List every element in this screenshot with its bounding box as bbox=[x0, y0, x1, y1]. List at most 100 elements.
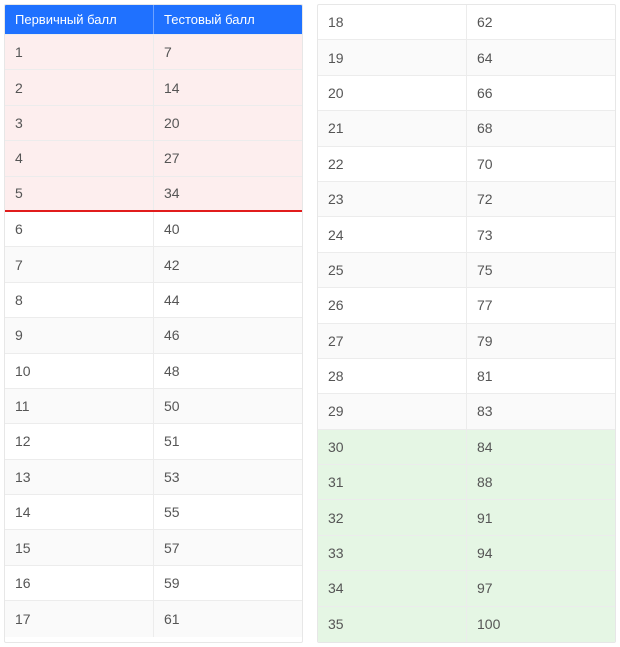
table-row: 427 bbox=[5, 141, 302, 176]
cell-test: 91 bbox=[467, 500, 615, 534]
cell-primary: 5 bbox=[5, 177, 154, 210]
cell-test: 7 bbox=[154, 35, 302, 69]
cell-test: 64 bbox=[467, 40, 615, 74]
table-row: 640 bbox=[5, 212, 302, 247]
cell-primary: 11 bbox=[5, 389, 154, 423]
cell-primary: 2 bbox=[5, 70, 154, 104]
cell-test: 14 bbox=[154, 70, 302, 104]
cell-primary: 15 bbox=[5, 530, 154, 564]
table-row: 1557 bbox=[5, 530, 302, 565]
cell-primary: 18 bbox=[318, 5, 467, 39]
table-row: 3394 bbox=[318, 536, 615, 571]
cell-primary: 16 bbox=[5, 566, 154, 600]
cell-test: 66 bbox=[467, 76, 615, 110]
table-row: 2779 bbox=[318, 324, 615, 359]
table-row: 1862 bbox=[318, 5, 615, 40]
cell-test: 34 bbox=[154, 177, 302, 210]
cell-test: 55 bbox=[154, 495, 302, 529]
cell-test: 61 bbox=[154, 601, 302, 636]
cell-test: 100 bbox=[467, 607, 615, 642]
cell-primary: 10 bbox=[5, 354, 154, 388]
cell-primary: 3 bbox=[5, 106, 154, 140]
table-row: 2372 bbox=[318, 182, 615, 217]
cell-primary: 7 bbox=[5, 247, 154, 281]
table-row: 214 bbox=[5, 70, 302, 105]
cell-test: 83 bbox=[467, 394, 615, 428]
cell-primary: 26 bbox=[318, 288, 467, 322]
table-row: 1251 bbox=[5, 424, 302, 459]
cell-primary: 31 bbox=[318, 465, 467, 499]
table-row: 946 bbox=[5, 318, 302, 353]
table-row: 2575 bbox=[318, 253, 615, 288]
header-test: Тестовый балл bbox=[154, 5, 302, 34]
table-row: 1761 bbox=[5, 601, 302, 636]
cell-test: 62 bbox=[467, 5, 615, 39]
cell-primary: 22 bbox=[318, 147, 467, 181]
table-row: 1659 bbox=[5, 566, 302, 601]
cell-primary: 9 bbox=[5, 318, 154, 352]
cell-primary: 28 bbox=[318, 359, 467, 393]
cell-test: 44 bbox=[154, 283, 302, 317]
table-row: 1455 bbox=[5, 495, 302, 530]
cell-test: 48 bbox=[154, 354, 302, 388]
cell-primary: 13 bbox=[5, 460, 154, 494]
table-header: Первичный балл Тестовый балл bbox=[5, 5, 302, 35]
cell-primary: 23 bbox=[318, 182, 467, 216]
cell-primary: 20 bbox=[318, 76, 467, 110]
cell-primary: 27 bbox=[318, 324, 467, 358]
cell-primary: 34 bbox=[318, 571, 467, 605]
table-row: 2270 bbox=[318, 147, 615, 182]
cell-test: 79 bbox=[467, 324, 615, 358]
table-row: 3497 bbox=[318, 571, 615, 606]
cell-test: 53 bbox=[154, 460, 302, 494]
cell-test: 81 bbox=[467, 359, 615, 393]
table-row: 3084 bbox=[318, 430, 615, 465]
header-primary: Первичный балл bbox=[5, 5, 154, 34]
cell-primary: 14 bbox=[5, 495, 154, 529]
table-row: 3291 bbox=[318, 500, 615, 535]
score-column-right: 1862196420662168227023722473257526772779… bbox=[317, 4, 616, 643]
cell-primary: 4 bbox=[5, 141, 154, 175]
cell-primary: 25 bbox=[318, 253, 467, 287]
score-column-left: Первичный балл Тестовый балл 17214320427… bbox=[4, 4, 303, 643]
cell-test: 51 bbox=[154, 424, 302, 458]
cell-primary: 1 bbox=[5, 35, 154, 69]
table-row: 2168 bbox=[318, 111, 615, 146]
cell-test: 27 bbox=[154, 141, 302, 175]
cell-primary: 8 bbox=[5, 283, 154, 317]
table-row: 844 bbox=[5, 283, 302, 318]
table-row: 742 bbox=[5, 247, 302, 282]
table-row: 534 bbox=[5, 177, 302, 212]
cell-test: 68 bbox=[467, 111, 615, 145]
cell-test: 88 bbox=[467, 465, 615, 499]
cell-test: 73 bbox=[467, 217, 615, 251]
table-row: 17 bbox=[5, 35, 302, 70]
table-row: 1964 bbox=[318, 40, 615, 75]
cell-primary: 35 bbox=[318, 607, 467, 642]
cell-test: 59 bbox=[154, 566, 302, 600]
cell-test: 94 bbox=[467, 536, 615, 570]
table-row: 35100 bbox=[318, 607, 615, 642]
cell-primary: 30 bbox=[318, 430, 467, 464]
cell-primary: 12 bbox=[5, 424, 154, 458]
cell-test: 77 bbox=[467, 288, 615, 322]
cell-primary: 21 bbox=[318, 111, 467, 145]
cell-primary: 24 bbox=[318, 217, 467, 251]
cell-test: 75 bbox=[467, 253, 615, 287]
cell-test: 70 bbox=[467, 147, 615, 181]
table-row: 2066 bbox=[318, 76, 615, 111]
table-row: 1353 bbox=[5, 460, 302, 495]
table-row: 2881 bbox=[318, 359, 615, 394]
table-row: 2677 bbox=[318, 288, 615, 323]
score-table: Первичный балл Тестовый балл 17214320427… bbox=[0, 0, 620, 647]
table-row: 1048 bbox=[5, 354, 302, 389]
cell-primary: 33 bbox=[318, 536, 467, 570]
cell-test: 42 bbox=[154, 247, 302, 281]
cell-primary: 32 bbox=[318, 500, 467, 534]
cell-test: 46 bbox=[154, 318, 302, 352]
cell-primary: 6 bbox=[5, 212, 154, 246]
cell-test: 40 bbox=[154, 212, 302, 246]
table-row: 3188 bbox=[318, 465, 615, 500]
cell-primary: 29 bbox=[318, 394, 467, 428]
cell-test: 57 bbox=[154, 530, 302, 564]
